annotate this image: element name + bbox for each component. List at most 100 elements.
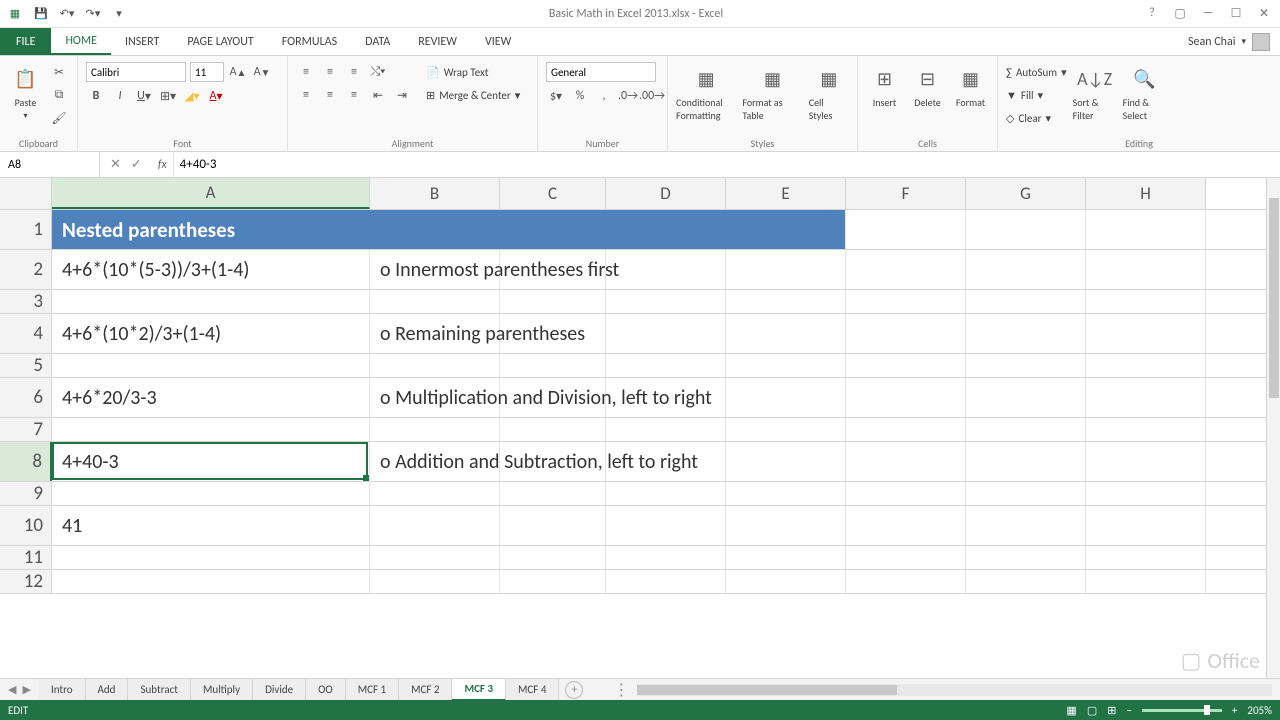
cell[interactable]	[726, 250, 846, 289]
conditional-formatting-button[interactable]: ▦Conditional Formatting	[676, 62, 736, 122]
accept-formula-icon[interactable]: ✓	[131, 157, 142, 172]
cell[interactable]	[606, 418, 726, 441]
cell[interactable]	[1086, 506, 1206, 545]
cell[interactable]: 4+6*(10*(5-3))/3+(1-4)	[52, 250, 370, 289]
autosum-button[interactable]: ∑ AutoSum ▾	[1006, 62, 1067, 82]
number-format-select[interactable]	[546, 62, 656, 82]
zoom-in-icon[interactable]: +	[1232, 704, 1237, 717]
cell[interactable]	[966, 250, 1086, 289]
cell[interactable]	[606, 354, 726, 377]
row-header[interactable]: 7	[0, 418, 52, 441]
row-header[interactable]: 11	[0, 546, 52, 569]
row-header[interactable]: 3	[0, 290, 52, 313]
copy-icon[interactable]: ⧉	[49, 85, 69, 105]
cell[interactable]	[370, 546, 500, 569]
row-header[interactable]: 12	[0, 570, 52, 593]
tab-scroll-left-icon[interactable]: ◀	[8, 683, 16, 696]
title-cell[interactable]: Nested parentheses	[52, 210, 846, 249]
cell[interactable]	[500, 570, 606, 593]
horizontal-scrollbar[interactable]	[637, 684, 1272, 696]
cell[interactable]	[500, 506, 606, 545]
close-icon[interactable]: ✕	[1256, 6, 1272, 22]
paste-button[interactable]: 📋 Paste ▾	[8, 62, 43, 121]
align-right-icon[interactable]: ≡	[344, 85, 364, 105]
cell[interactable]	[966, 210, 1086, 249]
col-header-H[interactable]: H	[1086, 178, 1206, 209]
formula-input[interactable]: 4+40-3	[173, 152, 1280, 177]
cell[interactable]	[726, 378, 846, 417]
tab-view[interactable]: VIEW	[471, 28, 525, 55]
cell[interactable]	[1086, 314, 1206, 353]
cell[interactable]	[966, 546, 1086, 569]
cell[interactable]	[966, 506, 1086, 545]
cell[interactable]	[966, 570, 1086, 593]
sheet-tab-subtract[interactable]: Subtract	[128, 679, 190, 701]
decrease-decimal-icon[interactable]: .00→	[642, 86, 662, 106]
ribbon-options-icon[interactable]: ▢	[1172, 6, 1188, 22]
cell[interactable]	[500, 290, 606, 313]
row-header[interactable]: 10	[0, 506, 52, 545]
cell[interactable]	[370, 290, 500, 313]
tab-home[interactable]: HOME	[51, 28, 111, 55]
undo-icon[interactable]: ↶▾	[58, 5, 76, 23]
align-bottom-icon[interactable]: ≡	[344, 62, 364, 82]
cell[interactable]	[1086, 418, 1206, 441]
cell[interactable]: o Remaining parentheses	[370, 314, 500, 353]
row-header[interactable]: 5	[0, 354, 52, 377]
fill-color-button[interactable]: ◢▾	[182, 86, 202, 106]
wrap-text-button[interactable]: 📄 Wrap Text	[426, 62, 520, 82]
cell[interactable]	[726, 314, 846, 353]
cell-styles-button[interactable]: ▦Cell Styles	[809, 62, 849, 122]
cancel-formula-icon[interactable]: ✕	[110, 157, 121, 172]
cell[interactable]	[726, 482, 846, 505]
cell[interactable]	[52, 290, 370, 313]
cell[interactable]	[500, 482, 606, 505]
name-box[interactable]: A8	[0, 152, 100, 177]
col-header-A[interactable]: A	[52, 178, 370, 209]
cell[interactable]	[966, 482, 1086, 505]
format-cells-button[interactable]: ▦Format	[952, 62, 989, 109]
cell[interactable]	[726, 290, 846, 313]
increase-indent-icon[interactable]: ⇥	[392, 85, 412, 105]
font-size-input[interactable]	[190, 62, 224, 82]
sheet-tab-divide[interactable]: Divide	[253, 679, 306, 701]
col-header-D[interactable]: D	[606, 178, 726, 209]
cell[interactable]	[606, 482, 726, 505]
col-header-E[interactable]: E	[726, 178, 846, 209]
cell[interactable]	[1086, 378, 1206, 417]
cell[interactable]	[370, 506, 500, 545]
cell[interactable]	[606, 570, 726, 593]
sheet-tab-mcf-1[interactable]: MCF 1	[346, 679, 399, 701]
align-top-icon[interactable]: ≡	[296, 62, 316, 82]
fx-icon[interactable]: fx	[152, 158, 173, 172]
italic-button[interactable]: I	[110, 86, 130, 106]
cell[interactable]: o Multiplication and Division, left to r…	[370, 378, 500, 417]
cell[interactable]	[846, 570, 966, 593]
cell[interactable]	[966, 354, 1086, 377]
user-area[interactable]: Sean Chai ▾	[1188, 28, 1280, 55]
tab-page-layout[interactable]: PAGE LAYOUT	[173, 28, 267, 55]
cell[interactable]	[846, 442, 966, 481]
row-header[interactable]: 2	[0, 250, 52, 289]
maximize-icon[interactable]: ☐	[1228, 6, 1244, 22]
row-header[interactable]: 4	[0, 314, 52, 353]
row-header[interactable]: 8	[0, 442, 52, 481]
cell[interactable]	[726, 418, 846, 441]
bold-button[interactable]: B	[86, 86, 106, 106]
cell[interactable]	[52, 418, 370, 441]
tab-data[interactable]: DATA	[351, 28, 404, 55]
cell[interactable]	[966, 442, 1086, 481]
cell[interactable]	[846, 290, 966, 313]
cell[interactable]	[52, 354, 370, 377]
cell[interactable]	[1086, 482, 1206, 505]
merge-center-button[interactable]: ⊞ Merge & Center ▾	[426, 85, 520, 105]
row-header[interactable]: 6	[0, 378, 52, 417]
col-header-G[interactable]: G	[966, 178, 1086, 209]
row-header[interactable]: 1	[0, 210, 52, 249]
font-name-input[interactable]	[86, 62, 186, 82]
zoom-out-icon[interactable]: −	[1126, 704, 1131, 717]
redo-icon[interactable]: ↷▾	[84, 5, 102, 23]
shrink-font-icon[interactable]: A▼	[252, 62, 272, 82]
clear-button[interactable]: ◇ Clear ▾	[1006, 108, 1067, 128]
cell[interactable]	[846, 418, 966, 441]
